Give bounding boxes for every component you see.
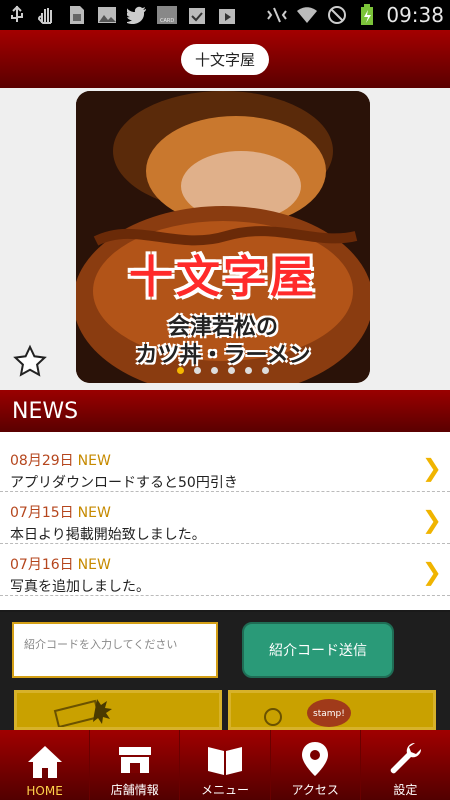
carousel-dot[interactable] <box>228 367 235 374</box>
twitter-icon <box>126 4 148 26</box>
news-text: 写真を追加しました。 <box>10 579 150 595</box>
tab-label: 店舗情報 <box>110 783 159 797</box>
news-item[interactable]: 08月29日 NEW アプリダウンロードすると50円引き ❯ <box>0 440 450 492</box>
clock-time: 09:38 <box>386 3 444 27</box>
news-heading: NEWS <box>0 390 450 432</box>
chevron-right-icon: ❯ <box>421 558 442 586</box>
referral-section: 紹介コードを入力してください 紹介コード送信 stamp! <box>0 612 450 730</box>
store-name-pill: 十文字屋 <box>180 43 269 75</box>
status-bar: CARD 09:38 <box>0 0 450 30</box>
carousel-dot[interactable] <box>211 367 218 374</box>
chevron-right-icon: ❯ <box>421 506 442 534</box>
hero-section: 十文字屋 会津若松の カツ丼・ラーメン <box>0 88 450 390</box>
news-item[interactable]: 07月15日 NEW 本日より掲載開始致しました。 ❯ <box>0 492 450 544</box>
tab-access[interactable]: アクセス <box>271 730 361 800</box>
chevron-right-icon: ❯ <box>421 454 442 482</box>
tab-settings[interactable]: 設定 <box>361 730 450 800</box>
new-badge: NEW <box>77 505 111 521</box>
tab-label: 設定 <box>393 783 418 797</box>
usb-icon <box>6 4 28 26</box>
new-badge: NEW <box>77 453 111 469</box>
carousel-dot[interactable] <box>177 367 184 374</box>
referral-code-input[interactable]: 紹介コードを入力してください <box>12 622 218 678</box>
new-badge: NEW <box>77 557 111 573</box>
carousel-dot[interactable] <box>262 367 269 374</box>
no-signal-icon <box>326 4 348 26</box>
news-text: アプリダウンロードすると50円引き <box>10 475 238 491</box>
carousel-dots <box>76 367 370 374</box>
image-icon <box>96 4 118 26</box>
map-pin-icon <box>302 742 329 776</box>
coupon-icon <box>53 699 112 729</box>
home-icon <box>27 746 62 778</box>
app-header: 十文字屋 <box>0 30 450 88</box>
svg-text:CARD: CARD <box>160 18 174 24</box>
sim-card-icon <box>66 4 88 26</box>
vibrate-icon <box>266 4 288 26</box>
news-list: 08月29日 NEW アプリダウンロードすると50円引き ❯ 07月15日 NEW … <box>0 432 450 610</box>
card-icon: CARD <box>156 4 178 26</box>
stamp-tile[interactable]: stamp! <box>228 690 436 730</box>
tab-label: メニュー <box>201 783 250 797</box>
battery-charging-icon <box>356 4 378 26</box>
tab-menu[interactable]: メニュー <box>180 730 271 800</box>
tab-label: アクセス <box>291 783 339 797</box>
clipboard-check-icon <box>186 4 208 26</box>
hero-subtitle-line2: カツ丼・ラーメン <box>135 343 311 368</box>
tab-store-info[interactable]: 店舗情報 <box>90 730 181 800</box>
news-item[interactable]: 07月16日 NEW 写真を追加しました。 ❯ <box>0 544 450 596</box>
carousel-dot[interactable] <box>245 367 252 374</box>
wifi-icon <box>296 4 318 26</box>
news-date: 07月15日 <box>10 505 74 521</box>
tab-label: HOME <box>26 784 63 798</box>
news-date: 07月16日 <box>10 557 74 573</box>
send-referral-code-button[interactable]: 紹介コード送信 <box>242 622 394 678</box>
hand-icon <box>36 4 58 26</box>
news-date: 08月29日 <box>10 453 74 469</box>
store-icon <box>118 747 151 773</box>
favorite-star-icon[interactable] <box>12 344 48 380</box>
news-text: 本日より掲載開始致しました。 <box>10 527 206 543</box>
play-store-icon <box>216 4 238 26</box>
bottom-tab-bar: HOME 店舗情報 メニュー アクセス 設定 <box>0 730 450 800</box>
hero-banner-image[interactable]: 十文字屋 会津若松の カツ丼・ラーメン <box>76 91 370 383</box>
svg-text:stamp!: stamp! <box>313 709 345 719</box>
coupon-tile[interactable] <box>14 690 222 730</box>
stamp-icon: stamp! <box>264 699 351 727</box>
wrench-icon <box>391 742 422 774</box>
carousel-dot[interactable] <box>194 367 201 374</box>
menu-book-icon <box>208 747 242 775</box>
tab-home[interactable]: HOME <box>0 730 91 800</box>
hero-title: 十文字屋 <box>129 252 317 303</box>
